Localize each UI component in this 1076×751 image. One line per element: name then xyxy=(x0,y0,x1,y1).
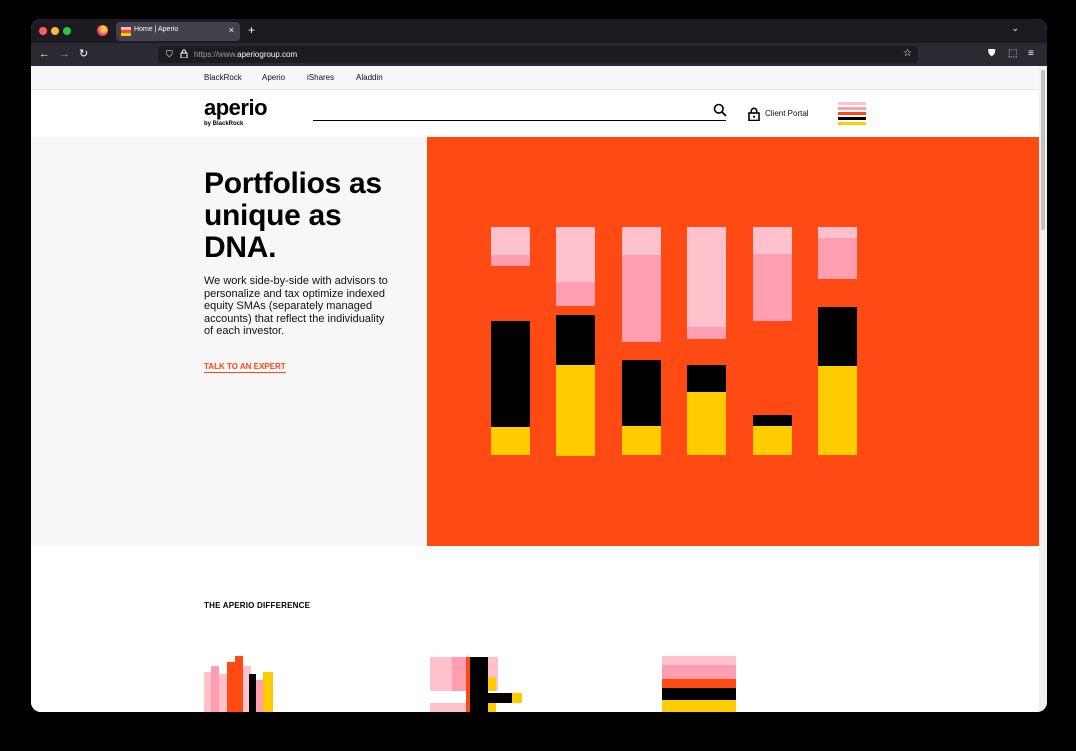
close-window-button[interactable] xyxy=(39,27,47,35)
dna-bar xyxy=(491,255,530,266)
list-tabs-icon[interactable]: ⌄ xyxy=(1011,23,1019,34)
url-text[interactable]: https://www.aperiogroup.com xyxy=(194,50,297,59)
shield-icon[interactable]: ⛉ xyxy=(166,49,173,60)
app-menu-icon[interactable]: ≡ xyxy=(1028,47,1034,61)
brand-link-blackrock[interactable]: BlackRock xyxy=(204,73,242,82)
dna-bar xyxy=(556,282,595,306)
url-domain: aperiogroup.com xyxy=(237,50,298,59)
difference-pattern-2 xyxy=(430,657,522,712)
dna-bar xyxy=(491,321,530,427)
dna-bar xyxy=(818,227,857,238)
hero-dna-graphic xyxy=(427,137,1039,546)
dna-bar xyxy=(622,227,661,255)
new-tab-button[interactable]: + xyxy=(248,23,255,37)
browser-window: Home | Aperio × + ⌄ ← → ↻ ⛉ https://www.… xyxy=(31,19,1047,712)
brand-bar: BlackRock Aperio iShares Aladdin xyxy=(31,66,1039,90)
logo-subtitle: by BlackRock xyxy=(204,121,244,127)
bookmark-star-icon[interactable]: ☆ xyxy=(903,48,912,59)
tab-title: Home | Aperio xyxy=(134,26,179,33)
tab-home-aperio[interactable]: Home | Aperio × xyxy=(116,22,240,41)
dna-bar xyxy=(622,255,661,342)
client-portal-link[interactable]: Client Portal xyxy=(765,109,809,118)
dna-bar xyxy=(753,426,792,455)
search-icon[interactable] xyxy=(713,103,727,117)
hamburger-menu-icon[interactable] xyxy=(838,102,866,128)
dna-bar xyxy=(556,227,595,282)
difference-pattern-1 xyxy=(204,656,276,712)
dna-bar xyxy=(753,415,792,426)
extensions-icon[interactable]: ⬚ xyxy=(1008,47,1017,61)
dna-bar xyxy=(622,360,661,426)
site-header: aperio by BlackRock Client Portal xyxy=(31,90,1039,137)
dna-bar xyxy=(491,427,530,455)
brand-link-aladdin[interactable]: Aladdin xyxy=(356,73,383,82)
dna-bar xyxy=(556,315,595,365)
forward-button[interactable]: → xyxy=(59,47,70,61)
dna-bar xyxy=(753,254,792,321)
scrollbar-thumb[interactable] xyxy=(1041,70,1045,230)
dna-bar xyxy=(753,227,792,254)
web-page: BlackRock Aperio iShares Aladdin aperio … xyxy=(31,66,1039,712)
dna-bar xyxy=(818,307,857,366)
maximize-window-button[interactable] xyxy=(63,27,71,35)
dna-bar xyxy=(818,238,857,279)
dna-bar xyxy=(491,227,530,255)
brand-link-aperio[interactable]: Aperio xyxy=(262,73,285,82)
dna-bar xyxy=(687,327,726,339)
section-heading: THE APERIO DIFFERENCE xyxy=(204,601,311,610)
difference-pattern-3 xyxy=(662,656,736,712)
back-button[interactable]: ← xyxy=(39,47,50,61)
hero-body: We work side-by-side with advisors to pe… xyxy=(204,275,388,337)
url-bar[interactable]: ⛉ https://www.aperiogroup.com ☆ xyxy=(158,46,918,63)
firefox-icon xyxy=(97,25,108,36)
dna-bar xyxy=(622,426,661,455)
pocket-icon[interactable]: ⛊ xyxy=(988,47,996,61)
page-scrollbar[interactable] xyxy=(1039,66,1047,712)
dna-bar xyxy=(687,227,726,327)
url-prefix: https://www. xyxy=(194,50,238,59)
dna-bar xyxy=(687,392,726,455)
lock-icon[interactable] xyxy=(180,49,188,58)
client-portal-lock-icon[interactable] xyxy=(748,107,760,121)
hero-title: Portfolios as unique as DNA. xyxy=(204,167,382,264)
dna-bar xyxy=(556,365,595,456)
aperio-favicon-icon xyxy=(121,27,131,36)
brand-link-ishares[interactable]: iShares xyxy=(307,73,334,82)
dna-bar xyxy=(687,365,726,392)
talk-to-expert-link[interactable]: TALK TO AN EXPERT xyxy=(204,362,286,373)
minimize-window-button[interactable] xyxy=(51,27,59,35)
dna-bar xyxy=(818,366,857,455)
tab-bar: Home | Aperio × + ⌄ xyxy=(31,19,1047,43)
search-input[interactable] xyxy=(313,120,726,121)
navigation-toolbar: ← → ↻ ⛉ https://www.aperiogroup.com ☆ ⛊ … xyxy=(31,43,1047,66)
aperio-logo[interactable]: aperio xyxy=(204,97,268,119)
reload-button[interactable]: ↻ xyxy=(79,47,88,61)
close-tab-icon[interactable]: × xyxy=(229,25,234,35)
